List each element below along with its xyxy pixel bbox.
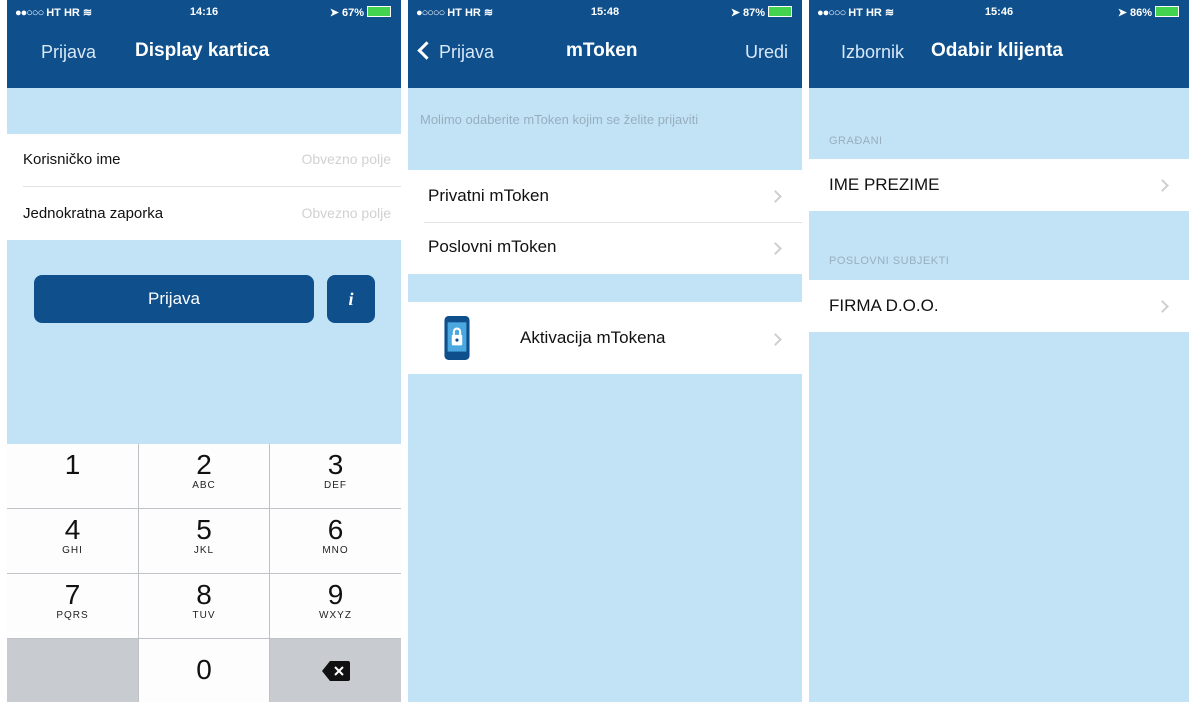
list-item-label: Poslovni mToken — [428, 237, 557, 256]
chevron-right-icon — [1156, 179, 1169, 192]
login-form: Korisničko ime Obvezno polje Jednokratna… — [7, 134, 401, 240]
location-icon: ➤ — [1117, 7, 1127, 19]
nav-back-button[interactable]: Prijava — [41, 42, 96, 63]
list-item-label: Privatni mToken — [428, 186, 549, 205]
menu-button[interactable]: Izbornik — [841, 42, 904, 63]
activation-label: Aktivacija mTokena — [520, 328, 666, 347]
page-title: Display kartica — [135, 40, 270, 61]
mtoken-list: Privatni mToken Poslovni mToken — [408, 170, 802, 274]
otp-field[interactable]: Obvezno polje — [301, 205, 391, 221]
chevron-right-icon — [769, 190, 782, 203]
screen-mtoken: ●○○○○ HT HR ≋ 15:48 ➤ 87% Prijava mToken … — [408, 0, 802, 702]
status-battery: 87% — [742, 7, 765, 19]
battery-icon — [367, 6, 391, 17]
key-3[interactable]: 3 DEF — [270, 444, 401, 508]
key-6[interactable]: 6 MNO — [270, 509, 401, 573]
status-bar: ●○○○○ HT HR ≋ 15:48 ➤ 87% — [408, 0, 802, 24]
numeric-keypad: 1 2 ABC 3 DEF 4 GHI 5 JKL 6 MNO 7 PQRS 8 TUV 9W… — [7, 444, 401, 702]
divider — [23, 186, 401, 187]
page-title: Odabir klijenta — [931, 40, 1063, 61]
key-blank — [7, 639, 138, 702]
client-item-ime-prezime[interactable]: IME PREZIME — [809, 159, 1189, 211]
client-name: FIRMA D.O.O. — [829, 296, 939, 315]
username-field[interactable]: Obvezno polje — [301, 151, 391, 167]
phone-lock-icon — [444, 316, 470, 360]
activation-item[interactable]: Aktivacija mTokena — [408, 302, 802, 374]
chevron-right-icon — [769, 333, 782, 346]
instruction-text: Molimo odaberite mToken kojim se želite … — [420, 112, 699, 127]
edit-button[interactable]: Uredi — [745, 42, 788, 63]
nav-back-button[interactable]: Prijava — [417, 41, 495, 63]
screen-display-kartica: ●●○○○ HT HR ≋ 14:16 ➤ 67% Prijava Display… — [7, 0, 401, 702]
key-4[interactable]: 4 GHI — [7, 509, 138, 573]
client-name: IME PREZIME — [829, 175, 940, 194]
status-battery: 86% — [1129, 7, 1152, 19]
section-header-poslovni: POSLOVNI SUBJEKTI — [829, 255, 950, 267]
login-button[interactable]: Prijava — [34, 275, 314, 323]
page-title: mToken — [566, 40, 638, 61]
username-label: Korisničko ime — [23, 151, 121, 168]
chevron-right-icon — [1156, 300, 1169, 313]
backspace-icon — [321, 661, 350, 681]
nav-bar: Prijava mToken Uredi — [408, 24, 802, 88]
key-7[interactable]: 7 PQRS — [7, 574, 138, 638]
status-bar: ●●○○○ HT HR ≋ 15:46 ➤ 86% — [809, 0, 1189, 24]
chevron-right-icon — [769, 242, 782, 255]
status-bar: ●●○○○ HT HR ≋ 14:16 ➤ 67% — [7, 0, 401, 24]
key-0[interactable]: 0 — [139, 639, 269, 702]
battery-icon — [1155, 6, 1179, 17]
key-5[interactable]: 5 JKL — [139, 509, 269, 573]
battery-icon — [768, 6, 792, 17]
nav-bar: Izbornik Odabir klijenta — [809, 24, 1189, 88]
list-item-privatni[interactable]: Privatni mToken — [408, 170, 802, 222]
nav-back-label: Prijava — [439, 42, 495, 62]
key-9[interactable]: 9 WXYZ — [270, 574, 401, 638]
info-button[interactable]: i — [327, 275, 375, 323]
section-header-gradani: GRAĐANI — [829, 135, 883, 147]
backspace-key[interactable] — [270, 639, 401, 702]
otp-label: Jednokratna zaporka — [23, 205, 164, 222]
key-8[interactable]: 8 TUV — [139, 574, 269, 638]
screen-odabir-klijenta: ●●○○○ HT HR ≋ 15:46 ➤ 86% Izbornik Odabir… — [809, 0, 1189, 702]
status-battery: 67% — [341, 7, 364, 19]
chevron-left-icon — [417, 41, 436, 60]
client-item-firma[interactable]: FIRMA D.O.O. — [809, 280, 1189, 332]
key-2[interactable]: 2 ABC — [139, 444, 269, 508]
key-1[interactable]: 1 — [7, 444, 138, 508]
nav-bar: Prijava Display kartica — [7, 24, 401, 88]
location-icon: ➤ — [329, 7, 339, 19]
list-item-poslovni[interactable]: Poslovni mToken — [408, 223, 802, 274]
location-icon: ➤ — [730, 7, 740, 19]
